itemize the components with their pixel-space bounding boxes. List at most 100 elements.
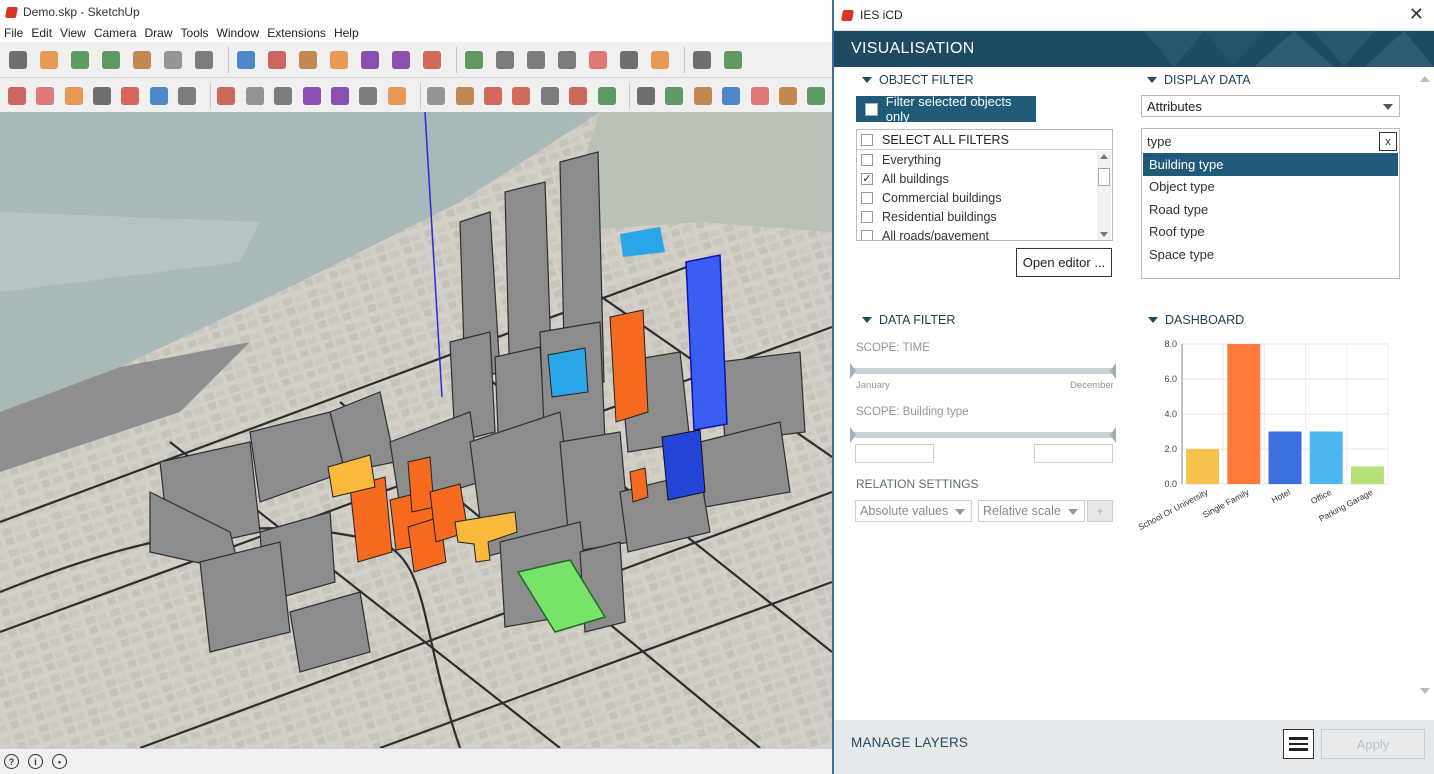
slider-handle-end[interactable] <box>1110 363 1116 379</box>
top-view-icon[interactable] <box>91 84 112 108</box>
xray-icon[interactable] <box>425 84 446 108</box>
clear-search-button[interactable]: x <box>1379 132 1397 151</box>
bar-parking-garage[interactable] <box>1350 466 1384 485</box>
ruby-icon[interactable] <box>648 48 672 72</box>
bar-single-family[interactable] <box>1227 344 1261 484</box>
iso-view-icon[interactable] <box>6 84 27 108</box>
menu-help[interactable]: Help <box>334 26 365 40</box>
camera-view-icon[interactable] <box>273 84 294 108</box>
move-axes-icon[interactable] <box>690 48 714 72</box>
terrain-icon[interactable] <box>482 84 503 108</box>
menu-view[interactable]: View <box>60 26 92 40</box>
right-view-icon[interactable] <box>148 84 169 108</box>
tape-measure-icon[interactable] <box>327 48 351 72</box>
back-view-icon[interactable] <box>176 84 197 108</box>
push-pull-icon[interactable] <box>161 48 185 72</box>
grey-box-icon[interactable] <box>720 84 741 108</box>
menu-tools[interactable]: Tools <box>181 26 215 40</box>
menu-draw[interactable]: Draw <box>145 26 179 40</box>
settings-icon[interactable] <box>806 84 827 108</box>
zoom-icon[interactable] <box>493 48 517 72</box>
manage-layers-button[interactable]: MANAGE LAYERS <box>851 735 968 750</box>
relation-mode-select[interactable]: Absolute values <box>855 500 972 522</box>
green-box-icon[interactable] <box>635 84 656 108</box>
zoom-extents-icon[interactable] <box>524 48 548 72</box>
warning-icon[interactable] <box>596 84 617 108</box>
menu-camera[interactable]: Camera <box>94 26 143 40</box>
section-icon[interactable] <box>301 84 322 108</box>
range-max-input[interactable] <box>1034 444 1113 463</box>
account-icon[interactable]: • <box>52 754 67 769</box>
text-icon[interactable] <box>358 48 382 72</box>
lightning-icon[interactable] <box>777 84 798 108</box>
scroll-up-icon[interactable] <box>1100 154 1108 159</box>
filter-checkbox[interactable] <box>861 229 873 240</box>
attribute-item-space-type[interactable]: Space type <box>1143 243 1398 266</box>
slider-handle-start[interactable] <box>850 427 856 443</box>
time-range-slider[interactable] <box>850 363 1116 379</box>
add-location-icon[interactable] <box>721 48 745 72</box>
menu-window[interactable]: Window <box>217 26 266 40</box>
filter-checkbox[interactable] <box>861 210 873 223</box>
follow-me-icon[interactable] <box>192 48 216 72</box>
select-all-filters[interactable]: SELECT ALL FILTERS <box>857 130 1112 150</box>
range-min-input[interactable] <box>855 444 934 463</box>
red-box-icon[interactable] <box>692 84 713 108</box>
display-data-select[interactable]: Attributes <box>1141 95 1400 117</box>
attribute-item-building-type[interactable]: Building type <box>1143 153 1398 176</box>
open-editor-button[interactable]: Open editor ... <box>1016 248 1112 277</box>
bottom-view-icon[interactable] <box>244 84 265 108</box>
pan-icon[interactable] <box>462 48 486 72</box>
apply-button[interactable]: Apply <box>1321 729 1425 759</box>
filter-item-all-buildings[interactable]: ✓ All buildings <box>857 169 1112 188</box>
dashboard-heading[interactable]: DASHBOARD <box>1148 313 1244 327</box>
select-all-checkbox[interactable] <box>861 133 873 146</box>
paint-bucket-icon[interactable] <box>389 48 413 72</box>
pencil-icon[interactable] <box>68 48 92 72</box>
panel-scroll-up-icon[interactable] <box>1420 76 1430 82</box>
attribute-search-input[interactable]: type x <box>1142 129 1399 153</box>
menu-file[interactable]: File <box>4 26 29 40</box>
slider-handle-start[interactable] <box>850 363 856 379</box>
filter-checkbox-checked[interactable]: ✓ <box>861 172 873 185</box>
left-view-icon[interactable] <box>216 84 237 108</box>
white-box-icon[interactable] <box>749 84 770 108</box>
filter-item-residential[interactable]: Residential buildings <box>857 207 1112 226</box>
bar-office[interactable] <box>1309 431 1343 485</box>
bar-school-or-university[interactable] <box>1186 449 1220 484</box>
filter-scrollbar[interactable] <box>1097 151 1111 240</box>
filter-checkbox[interactable] <box>861 153 873 166</box>
close-icon[interactable]: ✕ <box>1409 4 1424 25</box>
display-section-icon[interactable] <box>329 84 350 108</box>
display-data-heading[interactable]: DISPLAY DATA <box>1147 73 1251 87</box>
geo-location-icon[interactable]: ? <box>4 754 19 769</box>
orbit-icon[interactable] <box>420 48 444 72</box>
slider-handle-end[interactable] <box>1110 427 1116 443</box>
bar-hotel[interactable] <box>1268 431 1302 485</box>
line-icon[interactable] <box>34 84 55 108</box>
extension-warehouse-icon[interactable] <box>586 48 610 72</box>
attribute-item-object-type[interactable]: Object type <box>1143 176 1398 199</box>
export-icon[interactable] <box>568 84 589 108</box>
add-relation-button[interactable]: + <box>1087 500 1113 522</box>
menu-extensions[interactable]: Extensions <box>267 26 332 40</box>
scroll-thumb[interactable] <box>1098 168 1110 186</box>
warehouse-icon[interactable] <box>555 48 579 72</box>
filter-item-everything[interactable]: Everything <box>857 150 1112 169</box>
scroll-down-icon[interactable] <box>1100 232 1108 237</box>
up-arrows-icon[interactable] <box>454 84 475 108</box>
arc-icon[interactable] <box>99 48 123 72</box>
3d-viewport[interactable] <box>0 112 832 748</box>
import-icon[interactable] <box>539 84 560 108</box>
scale-icon[interactable] <box>296 48 320 72</box>
select-icon[interactable] <box>6 48 30 72</box>
filter-checkbox[interactable] <box>861 191 873 204</box>
move-icon[interactable] <box>234 48 258 72</box>
filter-item-roads[interactable]: All roads/pavement <box>857 226 1112 240</box>
ve2-icon[interactable] <box>386 84 407 108</box>
menu-edit[interactable]: Edit <box>31 26 58 40</box>
rotate-icon[interactable] <box>265 48 289 72</box>
object-filter-heading[interactable]: OBJECT FILTER <box>862 73 974 87</box>
ve-icon[interactable] <box>358 84 379 108</box>
relation-scale-select[interactable]: Relative scale <box>978 500 1085 522</box>
